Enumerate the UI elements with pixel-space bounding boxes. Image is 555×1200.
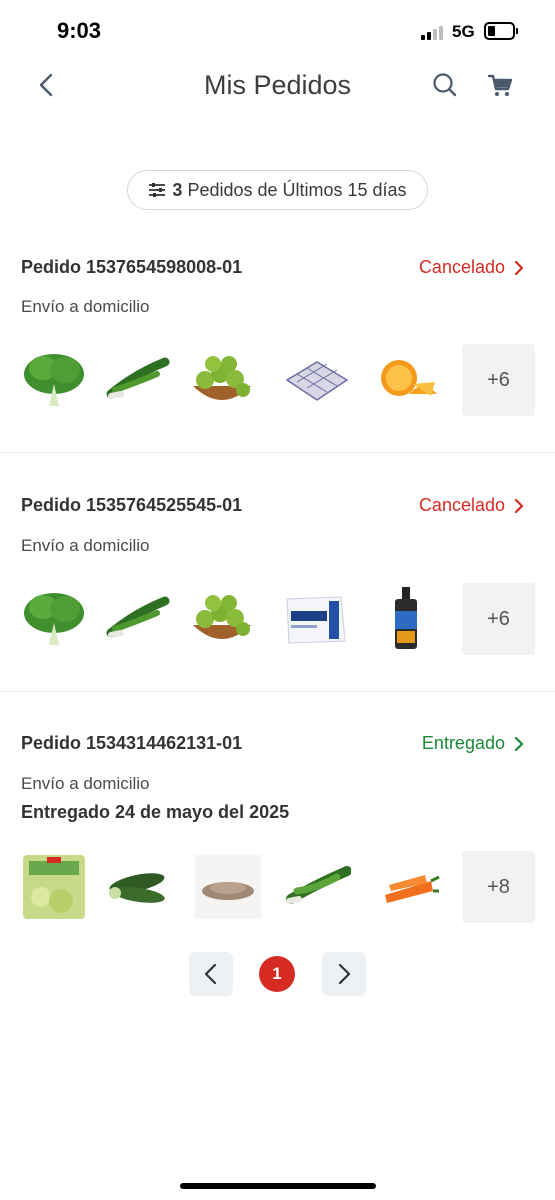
order-card[interactable]: Pedido 1537654598008-01 Cancelado Envío … — [0, 250, 555, 452]
home-indicator — [180, 1183, 376, 1189]
orders-filter-pill[interactable]: 3 Pedidos de Últimos 15 días — [127, 170, 428, 210]
product-thumbnails: +6 — [21, 583, 536, 655]
shipping-method: Envío a domicilio — [21, 774, 150, 793]
search-button[interactable] — [430, 70, 460, 100]
more-items-button[interactable]: +6 — [462, 583, 535, 655]
signal-icon — [421, 24, 447, 40]
chevron-left-icon — [204, 963, 217, 985]
lettuce-product-image — [24, 593, 84, 645]
order-id: Pedido 1537654598008-01 — [21, 257, 243, 277]
order-status-link[interactable]: Cancelado — [419, 257, 525, 278]
status-bar: 9:03 5G — [0, 0, 555, 62]
ground-spice-product-image — [195, 855, 261, 919]
divider — [0, 691, 555, 692]
pagination: 1 — [0, 952, 555, 998]
chevron-right-icon — [514, 498, 524, 513]
network-label: 5G — [452, 22, 475, 41]
product-thumbnails: +6 — [21, 344, 536, 416]
more-items-button[interactable]: +8 — [462, 851, 535, 923]
product-thumbnails: +8 — [21, 851, 536, 923]
order-card[interactable]: Pedido 1535764525545-01 Cancelado Envío … — [0, 488, 555, 690]
beer-pack-product-image — [286, 596, 346, 644]
chevron-right-icon — [514, 736, 524, 751]
previous-page-button[interactable] — [189, 952, 233, 996]
cucumbers-product-image — [109, 873, 165, 903]
filter-sliders-icon — [149, 183, 166, 197]
bottle-product-image — [395, 587, 417, 649]
oranges-product-image — [381, 360, 437, 396]
divider — [0, 452, 555, 453]
next-page-button[interactable] — [322, 952, 366, 996]
salad-bag-product-image — [23, 855, 85, 919]
green-onions-product-image — [106, 357, 170, 399]
order-status: Cancelado — [418, 257, 505, 277]
battery-icon — [484, 22, 518, 40]
green-onions-product-image — [106, 596, 170, 638]
lettuce-product-image — [24, 354, 84, 406]
search-icon — [433, 73, 457, 97]
shipping-method: Envío a domicilio — [21, 297, 150, 316]
cart-button[interactable] — [485, 70, 515, 100]
current-page[interactable]: 1 — [259, 956, 295, 992]
order-card[interactable]: Pedido 1534314462131-01 Entregado Envío … — [0, 726, 555, 936]
limes-basket-product-image — [193, 595, 251, 639]
order-status-link[interactable]: Entregado — [422, 733, 525, 754]
orders-count: 3 — [172, 179, 183, 200]
cart-icon — [487, 74, 513, 96]
status-time: 9:03 — [57, 18, 102, 43]
order-id: Pedido 1534314462131-01 — [21, 733, 243, 753]
chevron-right-icon — [514, 260, 524, 275]
green-onions-product-image — [286, 866, 351, 904]
carrots-product-image — [385, 875, 440, 903]
order-status: Cancelado — [418, 495, 505, 515]
order-status: Entregado — [421, 733, 505, 753]
app-header: Mis Pedidos — [0, 62, 555, 110]
eggs-carton-product-image — [285, 361, 349, 401]
chevron-right-icon — [338, 963, 351, 985]
shipping-method: Envío a domicilio — [21, 536, 150, 555]
filter-label: Pedidos de Últimos 15 días — [187, 179, 407, 200]
delivery-date: Entregado 24 de mayo del 2025 — [21, 802, 290, 822]
limes-basket-product-image — [193, 356, 251, 400]
order-status-link[interactable]: Cancelado — [419, 495, 525, 516]
page-title: Mis Pedidos — [203, 70, 352, 100]
more-items-button[interactable]: +6 — [462, 344, 535, 416]
order-id: Pedido 1535764525545-01 — [21, 495, 243, 515]
